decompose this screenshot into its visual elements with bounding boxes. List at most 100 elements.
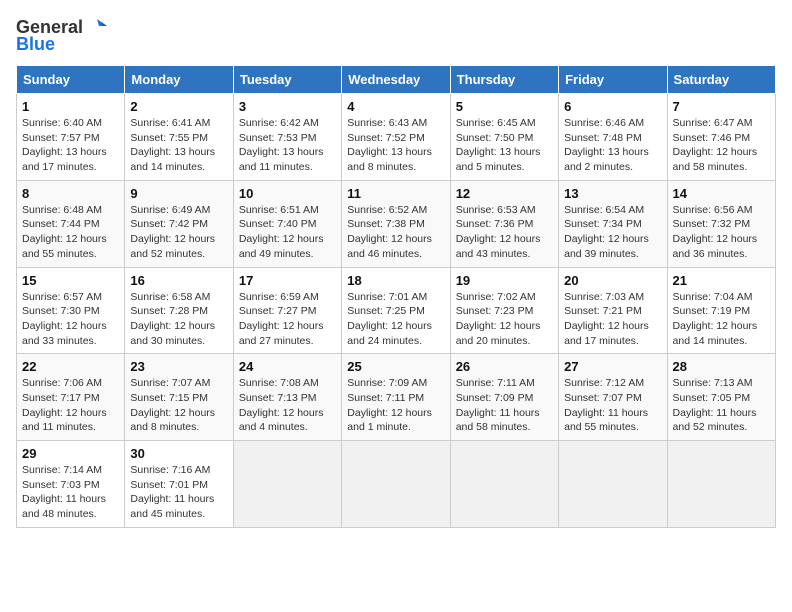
day-number: 1	[22, 99, 119, 114]
day-detail: Sunrise: 6:43 AMSunset: 7:52 PMDaylight:…	[347, 116, 444, 175]
day-cell: 20 Sunrise: 7:03 AMSunset: 7:21 PMDayligh…	[559, 267, 667, 354]
week-row-3: 15 Sunrise: 6:57 AMSunset: 7:30 PMDayligh…	[17, 267, 776, 354]
day-cell: 22 Sunrise: 7:06 AMSunset: 7:17 PMDayligh…	[17, 354, 125, 441]
day-number: 7	[673, 99, 770, 114]
week-row-5: 29Sunrise: 7:14 AMSunset: 7:03 PMDayligh…	[17, 441, 776, 528]
day-detail: Sunrise: 7:13 AMSunset: 7:05 PMDaylight:…	[673, 376, 770, 435]
day-detail: Sunrise: 6:48 AMSunset: 7:44 PMDaylight:…	[22, 203, 119, 262]
day-number: 24	[239, 359, 336, 374]
day-cell: 16Sunrise: 6:58 AMSunset: 7:28 PMDayligh…	[125, 267, 233, 354]
column-header-thursday: Thursday	[450, 66, 558, 94]
day-cell: 27 Sunrise: 7:12 AMSunset: 7:07 PMDayligh…	[559, 354, 667, 441]
day-number: 18	[347, 273, 444, 288]
day-number: 23	[130, 359, 227, 374]
day-number: 2	[130, 99, 227, 114]
day-number: 12	[456, 186, 553, 201]
day-detail: Sunrise: 6:41 AMSunset: 7:55 PMDaylight:…	[130, 116, 227, 175]
day-detail: Sunrise: 7:07 AMSunset: 7:15 PMDaylight:…	[130, 376, 227, 435]
header: General Blue	[16, 16, 776, 55]
day-cell: 29Sunrise: 7:14 AMSunset: 7:03 PMDayligh…	[17, 441, 125, 528]
day-detail: Sunrise: 6:53 AMSunset: 7:36 PMDaylight:…	[456, 203, 553, 262]
day-cell: 7 Sunrise: 6:47 AMSunset: 7:46 PMDaylight…	[667, 94, 775, 181]
day-number: 10	[239, 186, 336, 201]
day-number: 20	[564, 273, 661, 288]
day-number: 28	[673, 359, 770, 374]
day-number: 26	[456, 359, 553, 374]
day-cell	[559, 441, 667, 528]
calendar-table: SundayMondayTuesdayWednesdayThursdayFrid…	[16, 65, 776, 528]
day-number: 13	[564, 186, 661, 201]
day-cell	[233, 441, 341, 528]
day-number: 30	[130, 446, 227, 461]
day-cell: 4 Sunrise: 6:43 AMSunset: 7:52 PMDaylight…	[342, 94, 450, 181]
day-cell	[450, 441, 558, 528]
logo-text-block: General Blue	[16, 16, 107, 55]
day-detail: Sunrise: 6:45 AMSunset: 7:50 PMDaylight:…	[456, 116, 553, 175]
day-number: 25	[347, 359, 444, 374]
day-number: 19	[456, 273, 553, 288]
day-cell: 12 Sunrise: 6:53 AMSunset: 7:36 PMDayligh…	[450, 180, 558, 267]
day-cell: 18 Sunrise: 7:01 AMSunset: 7:25 PMDayligh…	[342, 267, 450, 354]
logo-bird-icon	[85, 16, 107, 38]
day-number: 4	[347, 99, 444, 114]
day-number: 16	[130, 273, 227, 288]
day-number: 15	[22, 273, 119, 288]
day-detail: Sunrise: 6:52 AMSunset: 7:38 PMDaylight:…	[347, 203, 444, 262]
column-header-wednesday: Wednesday	[342, 66, 450, 94]
day-detail: Sunrise: 7:02 AMSunset: 7:23 PMDaylight:…	[456, 290, 553, 349]
column-header-tuesday: Tuesday	[233, 66, 341, 94]
day-detail: Sunrise: 7:08 AMSunset: 7:13 PMDaylight:…	[239, 376, 336, 435]
day-cell: 25 Sunrise: 7:09 AMSunset: 7:11 PMDayligh…	[342, 354, 450, 441]
column-header-saturday: Saturday	[667, 66, 775, 94]
day-detail: Sunrise: 7:11 AMSunset: 7:09 PMDaylight:…	[456, 376, 553, 435]
day-detail: Sunrise: 7:16 AMSunset: 7:01 PMDaylight:…	[130, 463, 227, 522]
logo: General Blue	[16, 16, 107, 55]
day-cell: 26 Sunrise: 7:11 AMSunset: 7:09 PMDayligh…	[450, 354, 558, 441]
day-detail: Sunrise: 6:47 AMSunset: 7:46 PMDaylight:…	[673, 116, 770, 175]
day-cell: 17 Sunrise: 6:59 AMSunset: 7:27 PMDayligh…	[233, 267, 341, 354]
day-cell: 11 Sunrise: 6:52 AMSunset: 7:38 PMDayligh…	[342, 180, 450, 267]
day-cell: 10 Sunrise: 6:51 AMSunset: 7:40 PMDayligh…	[233, 180, 341, 267]
day-detail: Sunrise: 7:04 AMSunset: 7:19 PMDaylight:…	[673, 290, 770, 349]
day-detail: Sunrise: 7:01 AMSunset: 7:25 PMDaylight:…	[347, 290, 444, 349]
day-cell: 19 Sunrise: 7:02 AMSunset: 7:23 PMDayligh…	[450, 267, 558, 354]
day-cell: 6Sunrise: 6:46 AMSunset: 7:48 PMDaylight…	[559, 94, 667, 181]
column-header-friday: Friday	[559, 66, 667, 94]
day-cell	[342, 441, 450, 528]
day-detail: Sunrise: 6:56 AMSunset: 7:32 PMDaylight:…	[673, 203, 770, 262]
day-cell	[667, 441, 775, 528]
day-detail: Sunrise: 6:59 AMSunset: 7:27 PMDaylight:…	[239, 290, 336, 349]
day-cell: 24 Sunrise: 7:08 AMSunset: 7:13 PMDayligh…	[233, 354, 341, 441]
day-cell: 5 Sunrise: 6:45 AMSunset: 7:50 PMDaylight…	[450, 94, 558, 181]
day-cell: 1Sunrise: 6:40 AMSunset: 7:57 PMDaylight…	[17, 94, 125, 181]
day-detail: Sunrise: 7:06 AMSunset: 7:17 PMDaylight:…	[22, 376, 119, 435]
day-detail: Sunrise: 6:51 AMSunset: 7:40 PMDaylight:…	[239, 203, 336, 262]
day-cell: 30 Sunrise: 7:16 AMSunset: 7:01 PMDayligh…	[125, 441, 233, 528]
day-detail: Sunrise: 7:03 AMSunset: 7:21 PMDaylight:…	[564, 290, 661, 349]
day-number: 21	[673, 273, 770, 288]
day-number: 29	[22, 446, 119, 461]
day-number: 27	[564, 359, 661, 374]
day-detail: Sunrise: 6:49 AMSunset: 7:42 PMDaylight:…	[130, 203, 227, 262]
day-cell: 3 Sunrise: 6:42 AMSunset: 7:53 PMDaylight…	[233, 94, 341, 181]
day-number: 3	[239, 99, 336, 114]
day-number: 17	[239, 273, 336, 288]
day-cell: 9Sunrise: 6:49 AMSunset: 7:42 PMDaylight…	[125, 180, 233, 267]
week-row-4: 22 Sunrise: 7:06 AMSunset: 7:17 PMDayligh…	[17, 354, 776, 441]
day-cell: 23 Sunrise: 7:07 AMSunset: 7:15 PMDayligh…	[125, 354, 233, 441]
day-cell: 13 Sunrise: 6:54 AMSunset: 7:34 PMDayligh…	[559, 180, 667, 267]
day-number: 22	[22, 359, 119, 374]
day-detail: Sunrise: 6:57 AMSunset: 7:30 PMDaylight:…	[22, 290, 119, 349]
day-detail: Sunrise: 6:42 AMSunset: 7:53 PMDaylight:…	[239, 116, 336, 175]
column-header-sunday: Sunday	[17, 66, 125, 94]
day-cell: 2 Sunrise: 6:41 AMSunset: 7:55 PMDaylight…	[125, 94, 233, 181]
day-number: 11	[347, 186, 444, 201]
day-detail: Sunrise: 7:09 AMSunset: 7:11 PMDaylight:…	[347, 376, 444, 435]
day-detail: Sunrise: 7:12 AMSunset: 7:07 PMDaylight:…	[564, 376, 661, 435]
day-number: 5	[456, 99, 553, 114]
day-cell: 15 Sunrise: 6:57 AMSunset: 7:30 PMDayligh…	[17, 267, 125, 354]
day-cell: 21 Sunrise: 7:04 AMSunset: 7:19 PMDayligh…	[667, 267, 775, 354]
day-detail: Sunrise: 6:46 AMSunset: 7:48 PMDaylight:…	[564, 116, 661, 175]
day-cell: 14Sunrise: 6:56 AMSunset: 7:32 PMDayligh…	[667, 180, 775, 267]
day-detail: Sunrise: 6:54 AMSunset: 7:34 PMDaylight:…	[564, 203, 661, 262]
